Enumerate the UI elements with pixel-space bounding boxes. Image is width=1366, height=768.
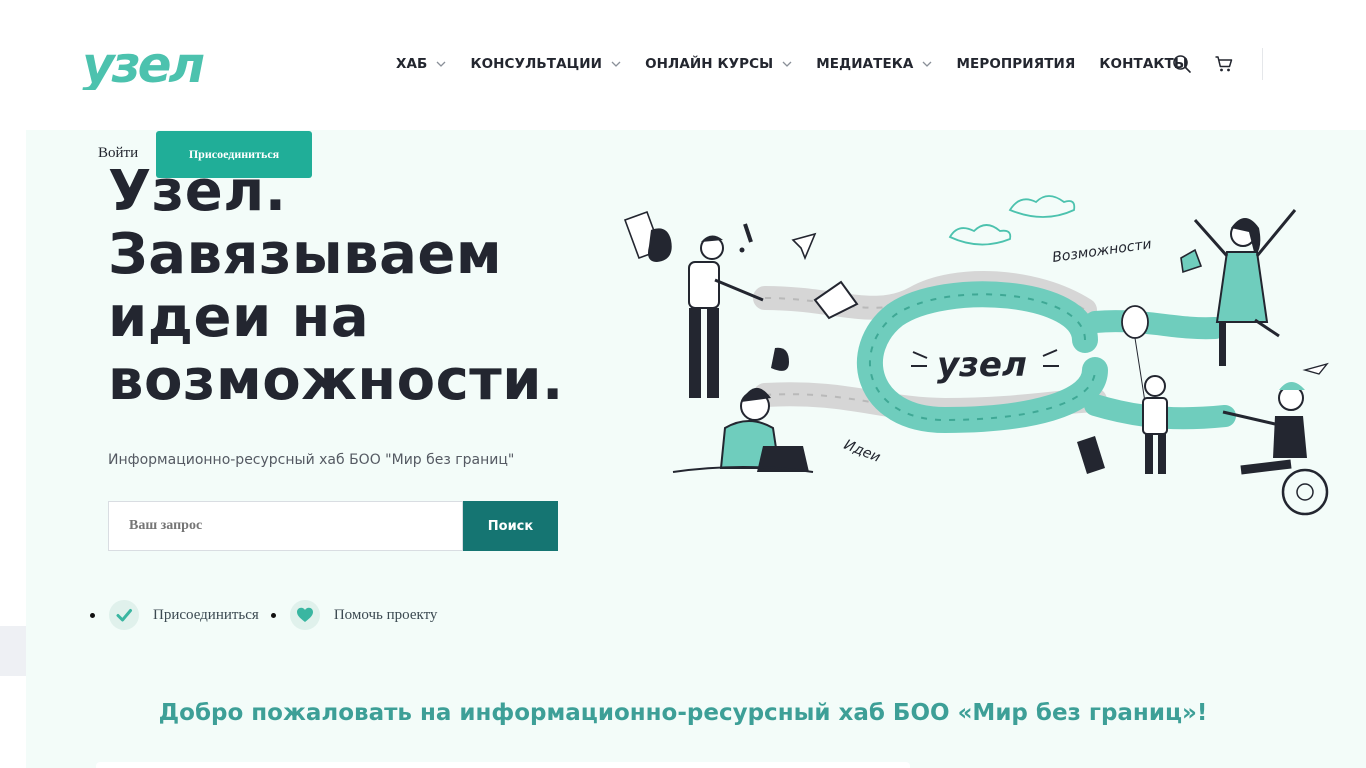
search-icon[interactable] <box>1172 54 1192 74</box>
nav-item-label: ХАБ <box>396 56 428 72</box>
word-ideas: Идеи <box>842 437 883 466</box>
nav-item-label: МЕРОПРИЯТИЯ <box>956 56 1076 72</box>
word-opportunities: Возможности <box>1051 236 1152 266</box>
nav-item-events[interactable]: МЕРОПРИЯТИЯ <box>956 56 1075 72</box>
main-nav: ХАБ КОНСУЛЬТАЦИИ ОНЛАЙН КУРСЫ МЕДИАТЕКА … <box>396 56 1212 72</box>
list-bullet <box>90 612 95 618</box>
chevron-down-icon <box>782 61 792 67</box>
knot-label: узел <box>937 345 1027 385</box>
hero-title: Узел. Завязываем идеи на возможности. <box>108 159 564 413</box>
header-divider <box>1262 48 1263 80</box>
cloud-icon <box>948 224 1012 246</box>
nav-item-label: МЕДИАТЕКА <box>816 56 914 72</box>
cart-icon[interactable] <box>1214 54 1234 74</box>
site-header: узел ХАБ КОНСУЛЬТАЦИИ ОНЛАЙН КУРСЫ МЕДИА… <box>0 0 1366 130</box>
search-button[interactable]: Поиск <box>463 501 558 551</box>
cloud-icon <box>1008 195 1076 218</box>
donate-action-label: Помочь проекту <box>333 606 438 623</box>
hero-subtitle: Информационно-ресурсный хаб БОО "Мир без… <box>108 452 515 468</box>
join-action[interactable]: Присоединиться <box>109 600 259 630</box>
heart-icon <box>289 600 320 630</box>
nav-item-label: КОНСУЛЬТАЦИИ <box>470 56 603 72</box>
logo-text: узел <box>82 36 205 90</box>
hero-actions: Присоединиться Помочь проекту <box>90 600 449 630</box>
list-bullet <box>270 612 276 618</box>
logo[interactable]: узел <box>82 36 222 90</box>
nav-item-online-courses[interactable]: ОНЛАЙН КУРСЫ <box>645 56 792 72</box>
hero-illustration: узел Возможности Идеи <box>623 195 1329 516</box>
content-card <box>96 762 910 768</box>
side-strip <box>0 626 26 676</box>
check-icon <box>109 600 139 630</box>
chevron-down-icon <box>611 61 621 67</box>
welcome-heading: Добро пожаловать на информационно-ресурс… <box>158 700 1208 726</box>
search-input[interactable] <box>108 501 463 551</box>
nav-item-label: ОНЛАЙН КУРСЫ <box>645 56 774 72</box>
donate-action[interactable]: Помочь проекту <box>289 600 438 630</box>
nav-item-media-library[interactable]: МЕДИАТЕКА <box>816 56 932 72</box>
chevron-down-icon <box>923 61 932 67</box>
nav-item-hub[interactable]: ХАБ <box>396 56 446 72</box>
chevron-down-icon <box>436 61 446 67</box>
nav-item-consultations[interactable]: КОНСУЛЬТАЦИИ <box>470 56 621 72</box>
join-action-label: Присоединиться <box>153 606 259 623</box>
